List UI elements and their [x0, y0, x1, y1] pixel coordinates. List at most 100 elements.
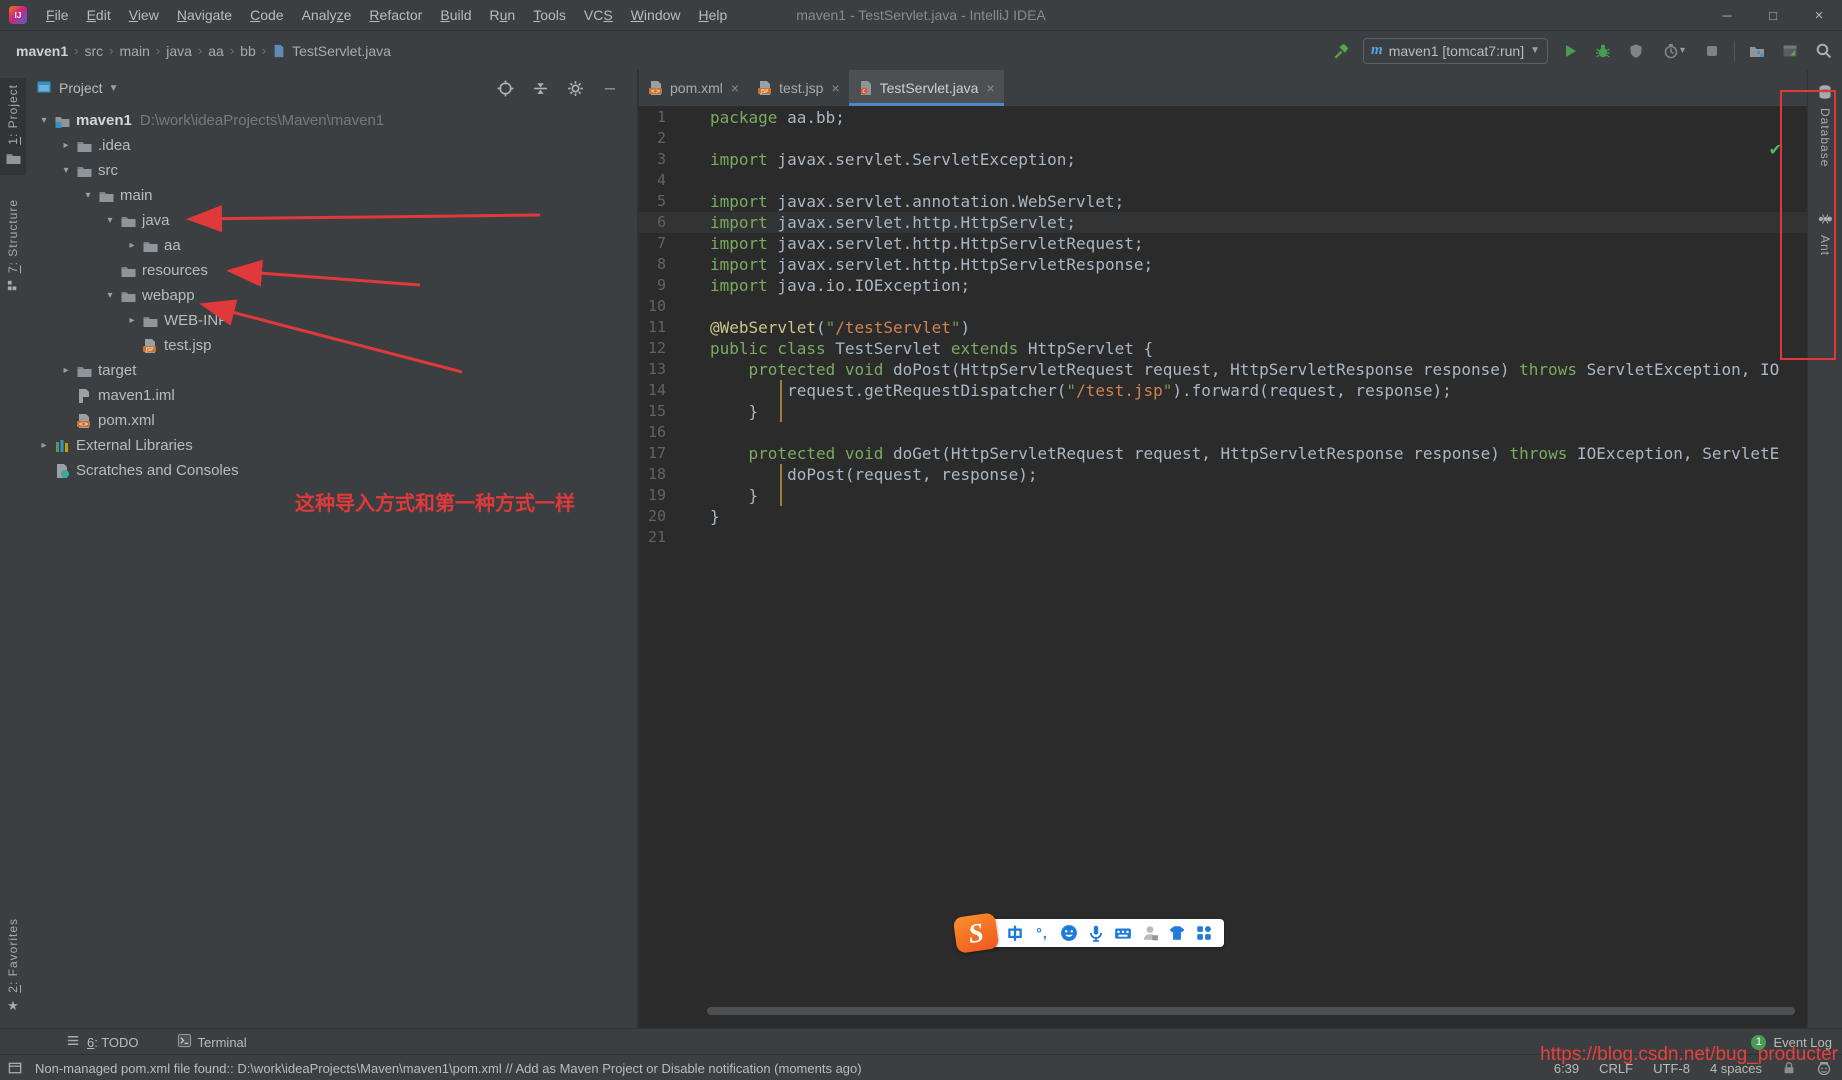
- search-everywhere-icon[interactable]: [1812, 40, 1834, 62]
- tree-open-arrow-icon[interactable]: ▾: [102, 215, 118, 226]
- profiler-icon[interactable]: ▾: [1658, 40, 1690, 62]
- toolwindow-button-structure[interactable]: 7: Structure: [0, 193, 26, 302]
- tree-item-main[interactable]: ▾main: [26, 183, 637, 208]
- hide-panel-icon[interactable]: ─: [599, 77, 621, 99]
- coverage-button-icon[interactable]: [1625, 40, 1647, 62]
- run-button-icon[interactable]: [1559, 40, 1581, 62]
- tree-open-arrow-icon[interactable]: ▾: [36, 115, 52, 126]
- menu-build[interactable]: Build: [431, 0, 480, 30]
- horizontal-scrollbar[interactable]: [707, 1007, 1795, 1015]
- run-window-icon[interactable]: [1779, 40, 1801, 62]
- breadcrumb-item-java[interactable]: java: [164, 43, 194, 59]
- tree-item-maven1-iml[interactable]: maven1.iml: [26, 383, 637, 408]
- tab-close-icon[interactable]: ×: [731, 80, 739, 96]
- menu-analyze[interactable]: Analyze: [293, 0, 361, 30]
- debug-button-icon[interactable]: [1592, 40, 1614, 62]
- tree-item-idea[interactable]: ▸.idea: [26, 133, 637, 158]
- menu-edit[interactable]: Edit: [78, 0, 120, 30]
- tree-item-java[interactable]: ▾java: [26, 208, 637, 233]
- tab-testservlet-java[interactable]: cTestServlet.java×: [849, 70, 1004, 106]
- tab-test-jsp[interactable]: JSPtest.jsp×: [748, 70, 849, 106]
- project-structure-icon[interactable]: [1746, 40, 1768, 62]
- tab-close-icon[interactable]: ×: [986, 80, 994, 96]
- tree-item-pom-xml[interactable]: <>pom.xml: [26, 408, 637, 433]
- project-view-selector[interactable]: Project: [59, 80, 103, 96]
- project-panel: Project ▼ ─ ▾maven1D:\work\ideaProjects\…: [26, 70, 637, 1028]
- menu-tools[interactable]: Tools: [524, 0, 575, 30]
- tree-item-src[interactable]: ▾ src: [26, 158, 637, 183]
- code-line-2: 2: [639, 128, 1808, 149]
- tree-item-maven1[interactable]: ▾maven1D:\work\ideaProjects\Maven\maven1: [26, 108, 637, 133]
- menu-view[interactable]: View: [120, 0, 168, 30]
- tree-item-label: src: [94, 162, 118, 179]
- tree-closed-arrow-icon[interactable]: ▸: [58, 140, 74, 151]
- menu-window[interactable]: Window: [622, 0, 690, 30]
- tree-open-arrow-icon[interactable]: ▾: [58, 165, 74, 176]
- build-hammer-icon[interactable]: [1330, 40, 1352, 62]
- code-editor[interactable]: 1package aa.bb;23import javax.servlet.Se…: [639, 107, 1808, 992]
- status-message[interactable]: Non-managed pom.xml file found:: D:\work…: [35, 1061, 862, 1076]
- tree-item-target[interactable]: ▸target: [26, 358, 637, 383]
- tree-closed-arrow-icon[interactable]: ▸: [124, 315, 140, 326]
- breadcrumb-item-maven1[interactable]: maven1: [14, 43, 70, 59]
- ime-punct-icon[interactable]: °,: [1032, 923, 1052, 943]
- toolwindow-button-todo[interactable]: 6: TODO: [58, 1033, 147, 1051]
- tab-pom-xml[interactable]: <>pom.xml×: [639, 70, 748, 106]
- maximize-icon[interactable]: □: [1750, 0, 1796, 30]
- ime-user-icon[interactable]: [1140, 923, 1160, 943]
- editor-area[interactable]: <>pom.xml×JSPtest.jsp×cTestServlet.java×…: [639, 70, 1808, 1028]
- tree-closed-arrow-icon[interactable]: ▸: [36, 440, 52, 451]
- minimize-icon[interactable]: ─: [1704, 0, 1750, 30]
- ime-emoji-icon[interactable]: [1059, 923, 1079, 943]
- toolwindow-button-favorites[interactable]: 2: Favorites ★: [6, 912, 20, 1020]
- code-line-8: 8import javax.servlet.http.HttpServletRe…: [639, 254, 1808, 275]
- ime-mic-icon[interactable]: [1086, 923, 1106, 943]
- breadcrumb-item-bb[interactable]: bb: [238, 43, 258, 59]
- tree-item-webapp[interactable]: ▾webapp: [26, 283, 637, 308]
- breadcrumb-item-aa[interactable]: aa: [206, 43, 226, 59]
- menu-vcs[interactable]: VCS: [575, 0, 622, 30]
- close-icon[interactable]: ×: [1796, 0, 1842, 30]
- tree-item-aa[interactable]: ▸aa: [26, 233, 637, 258]
- toolwindow-button-ant[interactable]: Ant: [1808, 205, 1842, 262]
- toolwindow-switcher-icon[interactable]: [8, 1061, 23, 1076]
- ime-keyboard-icon[interactable]: [1113, 923, 1133, 943]
- gear-icon[interactable]: [564, 77, 586, 99]
- run-configuration-selector[interactable]: mmaven1 [tomcat7:run]▼: [1363, 38, 1548, 64]
- menu-file[interactable]: File: [37, 0, 78, 30]
- menu-navigate[interactable]: Navigate: [168, 0, 241, 30]
- tree-closed-arrow-icon[interactable]: ▸: [124, 240, 140, 251]
- ime-toolbox-icon[interactable]: [1194, 923, 1214, 943]
- line-number: 2: [639, 128, 666, 149]
- ime-skin-icon[interactable]: [1167, 923, 1187, 943]
- toolwindow-button-project[interactable]: 1: Project: [0, 78, 26, 175]
- line-number: 3: [639, 149, 666, 170]
- tree-open-arrow-icon[interactable]: ▾: [80, 190, 96, 201]
- toolwindow-button-terminal[interactable]: Terminal: [169, 1033, 255, 1051]
- breadcrumb-item-main[interactable]: main: [118, 43, 152, 59]
- menu-code[interactable]: Code: [241, 0, 292, 30]
- stop-button-icon[interactable]: [1701, 40, 1723, 62]
- sogou-logo-icon[interactable]: S: [953, 912, 1000, 953]
- breadcrumb-item-src[interactable]: src: [83, 43, 106, 59]
- tree-open-arrow-icon[interactable]: ▾: [102, 290, 118, 301]
- menu-run[interactable]: Run: [481, 0, 525, 30]
- tree-item-external-libraries[interactable]: ▸External Libraries: [26, 433, 637, 458]
- svg-text:JSP: JSP: [145, 346, 154, 352]
- breadcrumb-item-testservlet-java[interactable]: TestServlet.java: [290, 43, 393, 59]
- menu-refactor[interactable]: Refactor: [360, 0, 431, 30]
- line-number: 5: [639, 191, 666, 212]
- ime-lang-icon[interactable]: [1005, 923, 1025, 943]
- tree-closed-arrow-icon[interactable]: ▸: [58, 365, 74, 376]
- tree-item-test-jsp[interactable]: JSPtest.jsp: [26, 333, 637, 358]
- select-opened-file-icon[interactable]: [494, 77, 516, 99]
- tree-item-web-inf[interactable]: ▸WEB-INF: [26, 308, 637, 333]
- tab-close-icon[interactable]: ×: [831, 80, 839, 96]
- tree-item-scratches-and-consoles[interactable]: Scratches and Consoles: [26, 458, 637, 483]
- menu-help[interactable]: Help: [690, 0, 737, 30]
- tree-spacer: [36, 465, 52, 476]
- breadcrumb-separator: ›: [105, 43, 117, 58]
- tree-item-resources[interactable]: resources: [26, 258, 637, 283]
- collapse-all-icon[interactable]: [529, 77, 551, 99]
- toolwindow-button-database[interactable]: Database: [1808, 78, 1842, 173]
